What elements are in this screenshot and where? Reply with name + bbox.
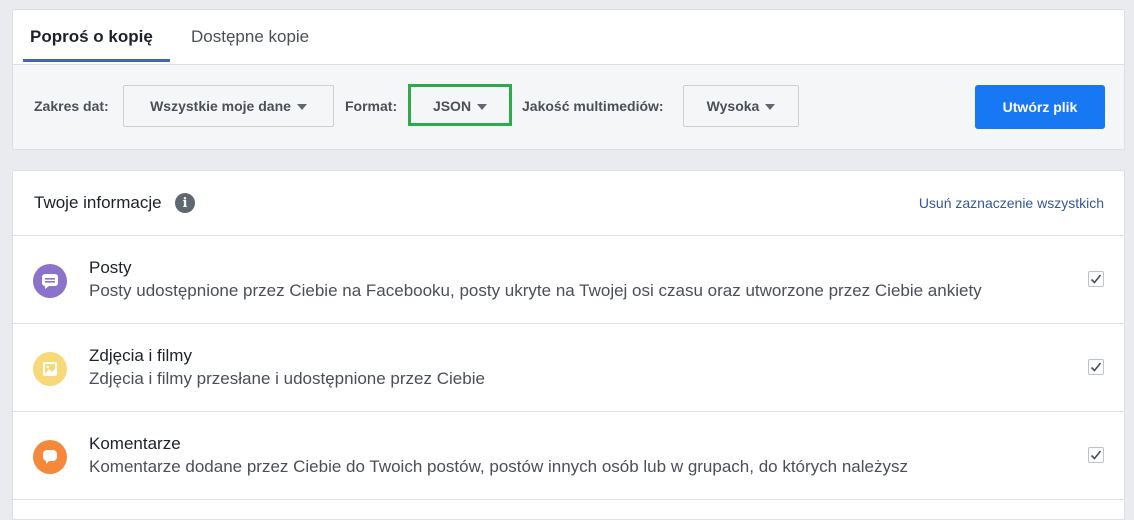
section-title: Twoje informacje	[34, 193, 162, 212]
tab-request-copy[interactable]: Poproś o kopię	[30, 10, 153, 64]
tab-available-copies[interactable]: Dostępne kopie	[191, 10, 309, 64]
list-item-photos-videos[interactable]: Zdjęcia i filmy Zdjęcia i filmy przesłan…	[13, 324, 1124, 412]
item-checkbox[interactable]	[1088, 447, 1104, 463]
info-icon[interactable]: i	[175, 193, 195, 213]
list-item-comments[interactable]: Komentarze Komentarze dodane przez Ciebi…	[13, 412, 1124, 500]
media-quality-value: Wysoka	[706, 98, 760, 114]
photos-icon	[33, 352, 67, 386]
media-quality-dropdown[interactable]: Wysoka	[683, 85, 799, 127]
item-checkbox[interactable]	[1088, 271, 1104, 287]
chevron-down-icon	[765, 104, 776, 110]
item-description: Posty udostępnione przez Ciebie na Faceb…	[89, 281, 982, 300]
create-file-button[interactable]: Utwórz plik	[975, 85, 1105, 129]
comments-icon	[33, 440, 67, 474]
list-item-posts[interactable]: Posty Posty udostępnione przez Ciebie na…	[13, 236, 1124, 324]
chevron-down-icon	[477, 104, 488, 110]
item-title: Zdjęcia i filmy	[89, 346, 192, 365]
active-tab-indicator	[23, 59, 170, 62]
date-range-dropdown[interactable]: Wszystkie moje dane	[123, 85, 334, 127]
your-information-card: Twoje informacje i Usuń zaznaczenie wszy…	[12, 170, 1125, 520]
check-icon	[1090, 450, 1102, 460]
item-description: Zdjęcia i filmy przesłane i udostępnione…	[89, 369, 485, 388]
check-icon	[1090, 274, 1102, 284]
deselect-all-link[interactable]: Usuń zaznaczenie wszystkich	[919, 195, 1104, 211]
item-title: Posty	[89, 258, 132, 277]
tab-bar: Poproś o kopię Dostępne kopie	[13, 10, 1124, 65]
section-header: Twoje informacje i Usuń zaznaczenie wszy…	[13, 171, 1124, 236]
media-quality-label: Jakość multimediów:	[522, 98, 664, 114]
item-description: Komentarze dodane przez Ciebie do Twoich…	[89, 457, 908, 476]
date-range-label: Zakres dat:	[34, 98, 109, 114]
chevron-down-icon	[296, 104, 307, 110]
format-label: Format:	[345, 98, 398, 114]
download-request-card: Poproś o kopię Dostępne kopie Zakres dat…	[12, 9, 1125, 150]
item-title: Komentarze	[89, 434, 181, 453]
check-icon	[1090, 362, 1102, 372]
format-dropdown[interactable]: JSON	[411, 85, 509, 127]
options-toolbar: Zakres dat: Wszystkie moje dane Format: …	[13, 65, 1124, 149]
format-value: JSON	[432, 98, 472, 114]
posts-icon	[33, 264, 67, 298]
item-checkbox[interactable]	[1088, 359, 1104, 375]
date-range-value: Wszystkie moje dane	[150, 98, 291, 114]
